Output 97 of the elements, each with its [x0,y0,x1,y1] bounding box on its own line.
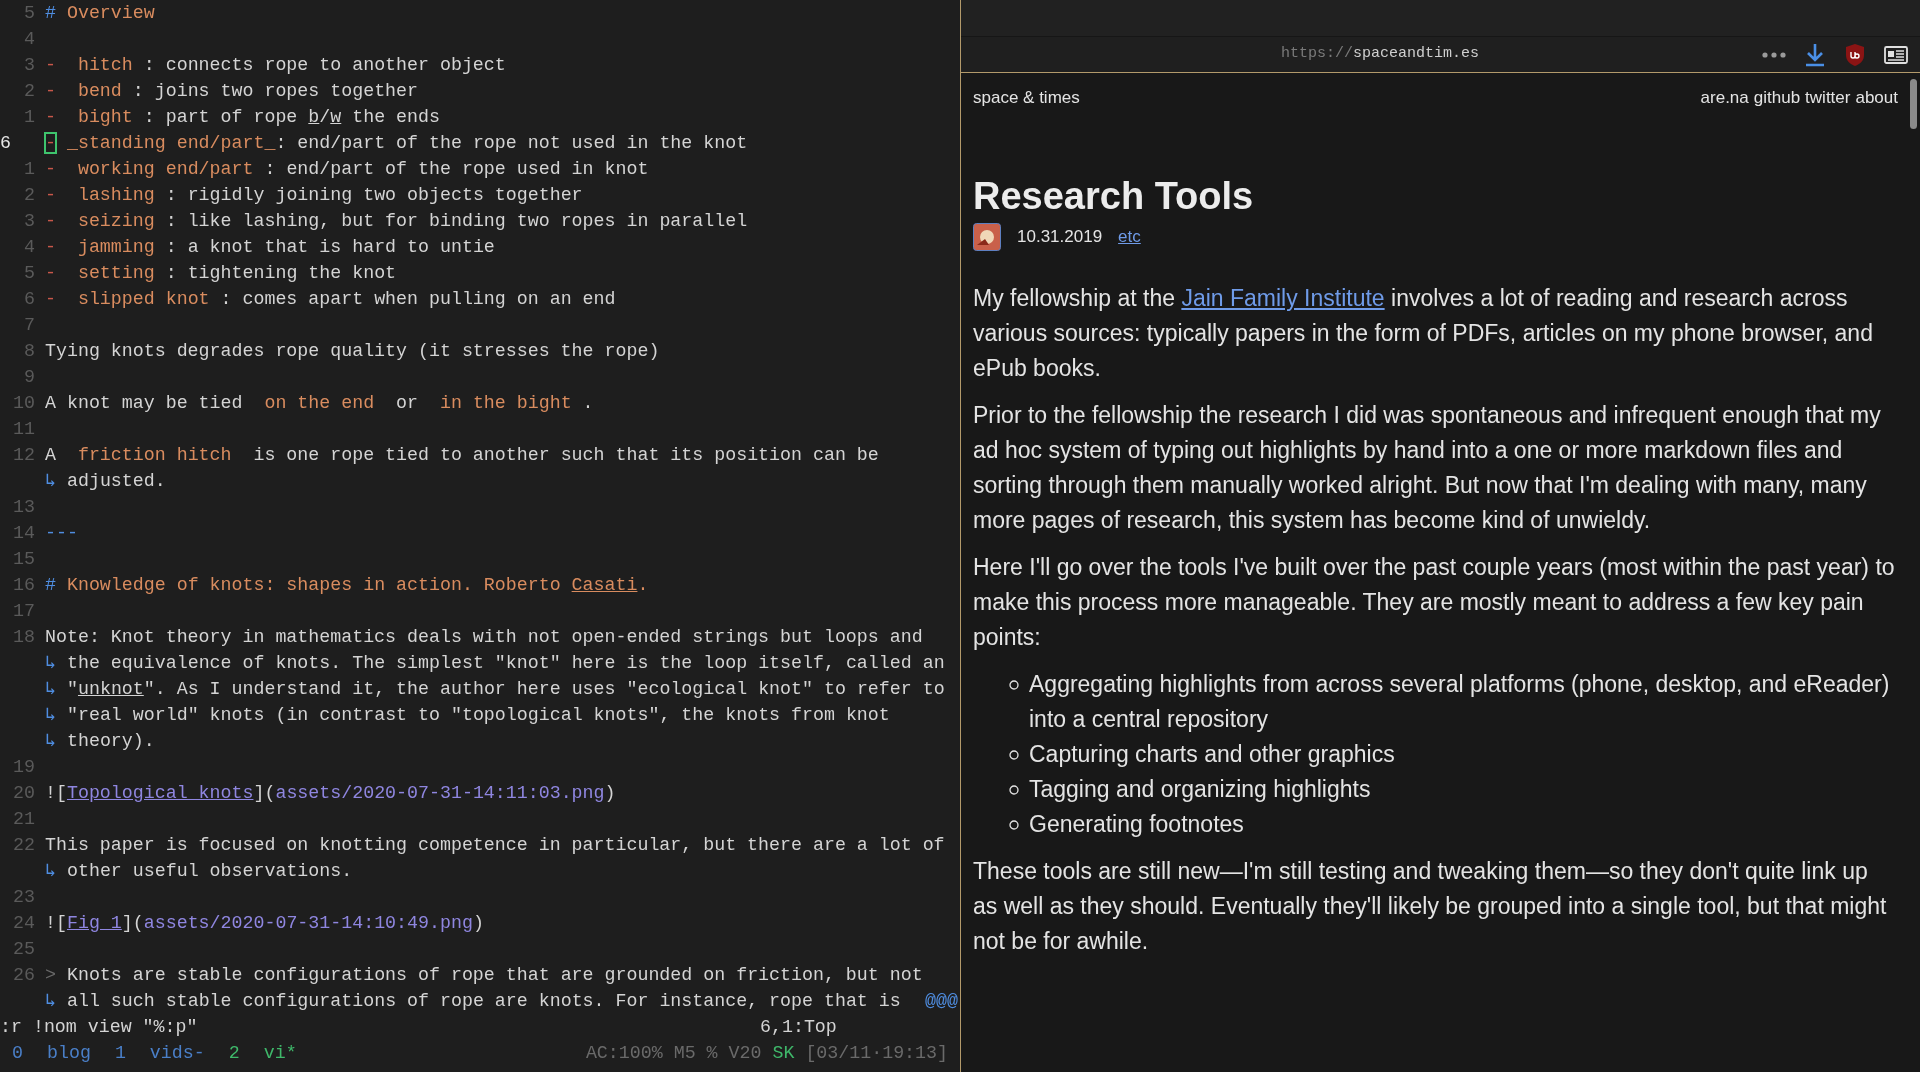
line-number: 23 [12,886,35,909]
bullet-icon [1009,820,1019,830]
more-icon[interactable] [1762,51,1786,58]
inline-link[interactable]: Jain Family Institute [1181,285,1385,311]
code-line: --- [45,522,79,545]
clock: [03/11·19:13] [805,1042,948,1065]
list-item: Generating footnotes [1029,810,1244,839]
line-number: 12 [12,444,35,467]
cursor-position: 6,1:Top [760,1016,837,1039]
line-number: 5 [23,2,35,25]
tmux-window[interactable]: 0 blog [12,1040,91,1066]
code-line: This paper is focused on knotting competence in particular, but there are a lot of [45,834,946,857]
line-number: 18 [12,626,35,649]
tmux-window[interactable]: 1 vids- [114,1040,205,1066]
nav-link[interactable]: twitter [1805,79,1851,115]
line-number: 11 [12,418,35,441]
bullet-icon [1009,680,1019,690]
code-line: A knot may be tied on the end or in the bight . [45,392,595,415]
code-line: - bight : part of rope b/w the ends [45,106,441,129]
code-line: - lashing : rigidly joining two objects together [45,184,584,207]
code-line: Tying knots degrades rope quality (it stresses the rope) [45,340,661,363]
line-number: 15 [12,548,35,571]
line-number: 16 [12,574,35,597]
code-line: ↳ "unknot". As I understand it, the author here uses "ecological knot" to refer to [45,678,946,701]
line-number: 5 [23,262,35,285]
line-number: 8 [23,340,35,363]
line-number: 13 [12,496,35,519]
bullet-icon [1009,785,1019,795]
line-number: 2 [23,80,35,103]
line-number: 25 [12,938,35,961]
line-number: 3 [23,210,35,233]
code-line: - bend : joins two ropes together [45,80,419,103]
code-line: # Knowledge of knots: shapes in action. Roberto Casati. [45,574,650,597]
code-line: - setting : tightening the knot [45,262,398,285]
line-number: 3 [23,54,35,77]
list-item: Aggregating highlights from across several platforms (phone, desktop, and eReader) into a central repository [1029,670,1891,734]
list-item: Tagging and organizing highlights [1029,775,1371,804]
line-number: 9 [23,366,35,389]
paragraph: My fellowship at the Jain Family Institute involves a lot of reading and research across various sources: typically papers in the form of PDFs, articles on my phone browser, and ePub books. [973,284,1874,383]
line-number: 2 [23,184,35,207]
line-number: 7 [23,314,35,337]
list-item: Capturing charts and other graphics [1029,740,1395,769]
code-line: Note: Knot theory in mathematics deals with not open-ended strings but loops and [45,626,924,649]
status-text: AC:100% M5 % V20 [585,1042,762,1065]
article-title: Research Tools [973,174,1255,219]
line-number: 10 [12,392,35,415]
code-line: > Knots are stable configurations of rope that are grounded on friction, but not [45,964,924,987]
paragraph: Prior to the fellowship the research I did was spontaneous and infrequent enough that my ad hoc system of typing out highlights by hand into a one or more markdown files and sorting through them manually worked alright. But now that I'm dealing with many, many more pages of research, this system has become kind of unwieldy. [973,401,1882,535]
line-number: 22 [12,834,35,857]
line-number: 21 [12,808,35,831]
code-line: ↳ theory). [45,730,156,753]
code-line: - slipped knot : comes apart when pulling on an end [45,288,617,311]
line-number: 1 [23,106,35,129]
code-line: A friction hitch is one rope tied to another such that its position can be [45,444,880,467]
site-title[interactable]: space & times [973,79,1080,115]
code-line: - _standing end/part_: end/part of the rope not used in the knot [45,132,749,155]
post-date: 10.31.2019 [1017,226,1103,248]
code-line: - working end/part : end/part of the rope used in knot [45,158,650,181]
command-line: :r !nom view "%:p" [0,1016,199,1039]
code-line: ![Fig 1](assets/2020-07-31-14:10:49.png) [45,912,485,935]
paragraph: These tools are still new—I'm still testing and tweaking them—so they don't quite link up as well as they should. Eventually they'll likely be grouped into a single tool, but that might not be for awhile. [973,857,1888,956]
code-line: ↳ the equivalence of knots. The simplest "knot" here is the loop itself, called an [45,652,946,675]
tmux-window[interactable]: 2 vi* [228,1040,297,1066]
download-icon[interactable] [1804,42,1826,67]
line-number: 6 [23,288,35,311]
code-line: ![Topological knots](assets/2020-07-31-14:11:03.png) [45,782,617,805]
line-number: 14 [12,522,35,545]
nav-link[interactable]: are.na [1700,79,1749,115]
code-line: # Overview [45,2,156,25]
code-line: ↳ other useful observations. [45,860,354,883]
nav-link[interactable]: about [1855,79,1898,115]
nav-link[interactable]: github [1753,79,1801,115]
code-line: - seizing : like lashing, but for binding two ropes in parallel [45,210,749,233]
line-number: 6 [0,132,12,155]
code-line: - hitch : connects rope to another object [45,54,507,77]
line-number: 17 [12,600,35,623]
line-number: 1 [23,158,35,181]
reader-view-icon[interactable] [1884,44,1908,65]
code-line: ↳ adjusted. [45,470,167,493]
bullet-icon [1009,750,1019,760]
line-number: 20 [12,782,35,805]
overflow-marker: @@@ [925,990,959,1013]
line-number: 24 [12,912,35,935]
scrollbar-thumb[interactable] [1910,79,1917,129]
keyboard-layout: SK [772,1042,795,1065]
line-number: 19 [12,756,35,779]
code-line: ↳ "real world" knots (in contrast to "topological knots", the knots from knot [45,704,891,727]
line-number: 4 [23,28,35,51]
code-line: - jamming : a knot that is hard to untie [45,236,496,259]
line-number: 26 [12,964,35,987]
shield-icon[interactable] [1844,42,1866,67]
avatar-icon [973,223,1001,251]
tag-link[interactable]: etc [1118,224,1141,250]
code-line: ↳ all such stable configurations of rope are knots. For instance, rope that is [45,990,902,1013]
paragraph: Here I'll go over the tools I've built over the past couple years (most within the past year) to make this process more manageable. They are mostly meant to address a few key pain points: [973,553,1896,652]
line-number: 4 [23,236,35,259]
url-field[interactable]: https://spaceandtim.es [1281,43,1480,66]
